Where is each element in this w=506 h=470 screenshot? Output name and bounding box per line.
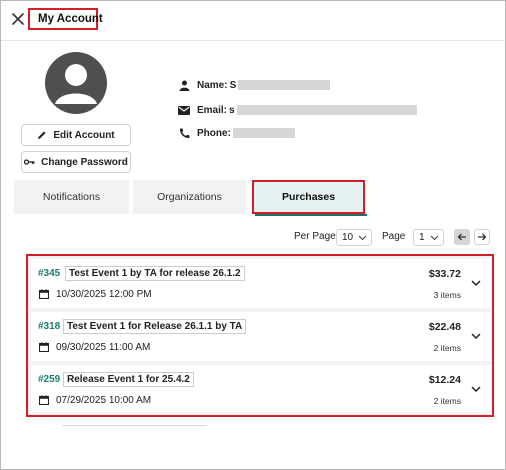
- list-item[interactable]: #345 Test Event 1 by TA for release 26.1…: [31, 259, 491, 308]
- arrow-right-icon[interactable]: [474, 229, 490, 245]
- order-date: 10/30/2025 12:00 PM: [56, 289, 152, 300]
- name-redaction: [238, 80, 331, 90]
- key-icon: [24, 159, 35, 165]
- email-value: s: [229, 104, 235, 116]
- page-select[interactable]: 1: [413, 229, 444, 246]
- dialog-header: My Account: [1, 1, 505, 41]
- list-item[interactable]: #318 Test Event 1 for Release 26.1.1 by …: [31, 312, 491, 361]
- order-price: $22.48: [428, 321, 461, 333]
- close-icon[interactable]: [9, 10, 29, 30]
- tab-organizations[interactable]: Organizations: [133, 180, 246, 214]
- envelope-icon: [177, 103, 191, 117]
- order-number[interactable]: #345: [38, 268, 60, 279]
- list-item[interactable]: #259 Release Event 1 for 25.4.2 07/29/20…: [31, 365, 491, 414]
- order-item-count: 2 items: [433, 343, 461, 353]
- event-name: Test Event 1 for Release 26.1.1 by TA: [63, 319, 247, 334]
- list-divider: [62, 425, 207, 426]
- order-number[interactable]: #259: [38, 374, 60, 385]
- per-page-value: 10: [342, 232, 354, 243]
- chevron-down-icon: [358, 235, 367, 240]
- chevron-down-icon[interactable]: [469, 382, 483, 396]
- purchases-list: #345 Test Event 1 by TA for release 26.1…: [26, 254, 494, 417]
- pencil-icon: [38, 131, 46, 139]
- event-name: Test Event 1 by TA for release 26.1.2: [65, 266, 245, 281]
- calendar-icon: [39, 289, 49, 299]
- order-item-count: 2 items: [433, 396, 461, 406]
- active-tab-indicator: [255, 214, 367, 216]
- chevron-down-icon[interactable]: [469, 276, 483, 290]
- phone-label: Phone:: [197, 127, 231, 139]
- dialog-title: My Account: [28, 8, 103, 30]
- person-icon: [177, 78, 191, 92]
- calendar-icon: [39, 342, 49, 352]
- order-price: $33.72: [428, 268, 461, 280]
- order-number[interactable]: #318: [38, 321, 60, 332]
- phone-row: Phone:: [177, 125, 295, 141]
- name-value: S: [229, 79, 237, 91]
- per-page-label: Per Page: [294, 231, 336, 242]
- order-price: $12.24: [428, 374, 461, 386]
- page-value: 1: [419, 232, 425, 243]
- avatar-user-icon: [45, 52, 107, 114]
- phone-icon: [177, 126, 191, 140]
- email-redaction: [236, 105, 417, 115]
- name-label: Name:: [197, 79, 228, 91]
- pagination-bar: Per Page 10 Page 1: [1, 229, 506, 247]
- per-page-select[interactable]: 10: [336, 229, 372, 246]
- chevron-down-icon: [430, 235, 438, 240]
- page-label: Page: [382, 231, 406, 242]
- chevron-down-icon[interactable]: [469, 329, 483, 343]
- tab-notifications[interactable]: Notifications: [14, 180, 129, 214]
- event-name: Release Event 1 for 25.4.2: [63, 372, 194, 387]
- order-item-count: 3 items: [433, 290, 461, 300]
- change-password-button[interactable]: Change Password: [21, 151, 131, 173]
- edit-account-label: Edit Account: [53, 129, 115, 141]
- email-row: Email: s: [177, 102, 417, 118]
- email-label: Email:: [197, 104, 228, 116]
- edit-account-button[interactable]: Edit Account: [21, 124, 131, 146]
- change-password-label: Change Password: [41, 156, 128, 168]
- order-date: 09/30/2025 11:00 AM: [56, 342, 151, 353]
- calendar-icon: [39, 395, 49, 405]
- arrow-left-icon[interactable]: [454, 229, 470, 245]
- phone-redaction: [232, 128, 295, 138]
- order-date: 07/29/2025 10:00 AM: [56, 395, 152, 406]
- account-dialog: My Account Edit Account Change Password …: [0, 0, 506, 470]
- name-row: Name: S: [177, 77, 331, 93]
- tab-purchases[interactable]: Purchases: [252, 180, 365, 214]
